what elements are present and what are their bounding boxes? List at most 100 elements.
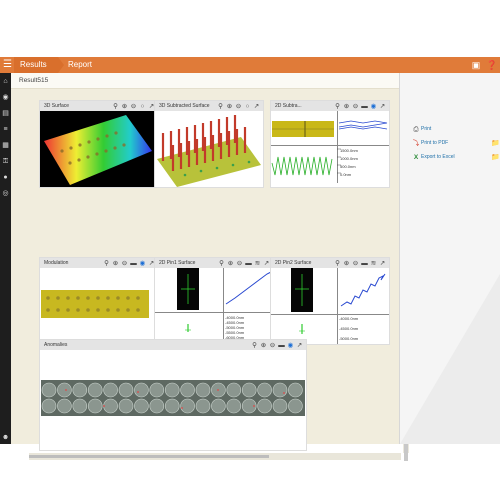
zoom-in-icon[interactable]: ⊕ — [120, 103, 129, 111]
anomaly-feature — [241, 382, 257, 398]
modulation-view[interactable] — [40, 268, 158, 344]
zoom-out-icon[interactable]: ⊖ — [351, 260, 360, 268]
search-icon[interactable]: ⚲ — [111, 103, 120, 111]
anomaly-feature — [272, 382, 288, 398]
export-to-excel-button[interactable]: X Export to Excel — [412, 153, 455, 162]
zoom-out-icon[interactable]: ⊖ — [351, 103, 360, 111]
modulation-render — [41, 290, 149, 318]
print-button[interactable]: ⎙ Print — [412, 125, 431, 134]
search-icon[interactable]: ⚲ — [250, 342, 259, 350]
users-icon[interactable]: ● — [1, 173, 10, 182]
tab-report[interactable]: Report — [62, 57, 112, 73]
panel-title: Anomalies — [44, 342, 68, 348]
panel-modulation: Modulation ⚲ ⊕ ⊖ ▬ ◉ ↗ — [39, 257, 159, 345]
anomaly-feature — [57, 382, 72, 398]
circle-icon[interactable]: ○ — [243, 103, 252, 111]
anomaly-feature — [118, 398, 134, 414]
anomaly-feature — [195, 398, 211, 414]
zoom-out-icon[interactable]: ⊖ — [235, 260, 244, 268]
anomalies-render — [41, 380, 305, 416]
sidebar-decoration — [400, 274, 500, 444]
ruler-icon[interactable]: ▬ — [244, 260, 253, 268]
zoom-in-icon[interactable]: ⊕ — [111, 260, 120, 268]
ruler-icon[interactable]: ▬ — [129, 260, 138, 268]
search-icon[interactable]: ⚲ — [333, 103, 342, 111]
target-icon[interactable]: ◉ — [286, 342, 295, 350]
print-to-pdf-button[interactable]: ⤵ Print to PDF — [412, 139, 448, 148]
printer-icon: ⎙ — [413, 126, 419, 133]
zoom-out-icon[interactable]: ⊖ — [129, 103, 138, 111]
subtracted-3d-view[interactable] — [155, 111, 263, 187]
search-icon[interactable]: ⚲ — [216, 103, 225, 111]
zoom-in-icon[interactable]: ⊕ — [226, 260, 235, 268]
zoom-out-icon[interactable]: ⊖ — [234, 103, 243, 111]
report-icon[interactable]: ▣ — [470, 59, 482, 71]
tab-results[interactable]: Results — [14, 57, 64, 73]
panel-header: 2D Subtra... ⚲ ⊕ ⊖ ▬ ◉ ↗ — [271, 101, 389, 111]
ruler-icon[interactable]: ▬ — [277, 342, 286, 350]
panel-2d-pin2-surface: 2D Pin2 Surface ⚲ ⊕ ⊖ ▬ ≋ ↗ -4000.0nm -4500.0… — [270, 257, 390, 345]
panel-title: 3D Subtracted Surface — [159, 103, 210, 109]
chart-icon[interactable]: ≋ — [369, 260, 378, 268]
home-icon[interactable]: ⌂ — [1, 77, 10, 86]
axis-readout-1: -4000.0nm — [339, 316, 359, 321]
horizontal-scrollbar[interactable] — [29, 453, 401, 460]
sliders-icon[interactable]: ≡ — [1, 125, 10, 134]
expand-icon[interactable]: ↗ — [378, 260, 387, 268]
expand-icon[interactable]: ↗ — [295, 342, 304, 350]
book-icon[interactable]: ▤ — [1, 109, 10, 118]
pin1-view[interactable]: -4000.0nm -4500.0nm -5000.0nm -5500.0nm … — [155, 268, 273, 344]
search-icon[interactable]: ⚲ — [102, 260, 111, 268]
panel-title: 3D Surface — [44, 103, 70, 109]
folder-icon[interactable]: 📁 — [491, 153, 500, 162]
globe-icon[interactable]: ◉ — [1, 93, 10, 102]
anomaly-feature — [134, 382, 149, 398]
zoom-out-icon[interactable]: ⊖ — [268, 342, 277, 350]
zoom-in-icon[interactable]: ⊕ — [225, 103, 234, 111]
anomaly-feature — [288, 398, 303, 414]
anomaly-feature — [211, 398, 226, 414]
panel-3d-surface: 3D Surface ⚲ ⊕ ⊖ ○ ↗ — [39, 100, 159, 188]
panel-anomalies: Anomalies ⚲ ⊕ ⊖ ▬ ◉ ↗ — [39, 339, 307, 451]
ruler-icon[interactable]: ▬ — [360, 260, 369, 268]
pin2-view[interactable]: -4000.0nm -4500.0nm -5000.0nm — [271, 268, 389, 344]
scrollbar-thumb[interactable] — [29, 455, 269, 458]
panel-header: Anomalies ⚲ ⊕ ⊖ ▬ ◉ ↗ — [40, 340, 306, 350]
anomaly-feature — [226, 398, 242, 414]
panel-title: 2D Pin1 Surface — [159, 260, 196, 266]
expand-icon[interactable]: ↗ — [252, 103, 261, 111]
ruler-icon[interactable]: ▬ — [360, 103, 369, 111]
axis-readout-3: 500.0nm — [340, 164, 356, 169]
surface-3d-render — [44, 115, 152, 185]
target-icon[interactable]: ◉ — [138, 260, 147, 268]
anomalies-view[interactable] — [40, 350, 306, 450]
subtracted-2d-view[interactable]: 1500.0nm 1000.0nm 500.0nm 0.0nm — [271, 111, 389, 187]
search-icon[interactable]: ⚲ — [217, 260, 226, 268]
folder-icon[interactable]: 📁 — [491, 139, 500, 148]
target-icon[interactable]: ◉ — [369, 103, 378, 111]
anomaly-feature — [164, 382, 180, 398]
hamburger-icon[interactable]: ☰ — [3, 59, 13, 71]
search-icon[interactable]: ⚲ — [333, 260, 342, 268]
user-icon[interactable]: ☻ — [1, 433, 10, 442]
help-icon[interactable]: ❓ — [486, 59, 498, 71]
zoom-in-icon[interactable]: ⊕ — [259, 342, 268, 350]
zoom-in-icon[interactable]: ⊕ — [342, 260, 351, 268]
layers-icon[interactable]: ▦ — [1, 141, 10, 150]
anomaly-feature — [103, 398, 118, 414]
axis-readout-2: 1000.0nm — [340, 156, 358, 161]
panel-title: Modulation — [44, 260, 69, 266]
target-icon[interactable]: ◎ — [1, 189, 10, 198]
anomaly-feature — [87, 398, 103, 414]
chart-icon[interactable]: ≋ — [253, 260, 262, 268]
key-icon[interactable]: ⚿ — [1, 157, 10, 166]
zoom-in-icon[interactable]: ⊕ — [342, 103, 351, 111]
panel-header: 3D Subtracted Surface ⚲ ⊕ ⊖ ○ ↗ — [155, 101, 263, 111]
expand-icon[interactable]: ↗ — [378, 103, 387, 111]
zoom-out-icon[interactable]: ⊖ — [120, 260, 129, 268]
left-nav-rail: ⌂ ◉ ▤ ≡ ▦ ⚿ ● ◎ ☻ — [0, 73, 11, 444]
surface-3d-view[interactable] — [40, 111, 158, 187]
anomaly-feature — [180, 382, 195, 398]
results-canvas: 3D Surface ⚲ ⊕ ⊖ ○ ↗ 3D Subtracted Surface ⚲… — [11, 89, 409, 461]
circle-icon[interactable]: ○ — [138, 103, 147, 111]
